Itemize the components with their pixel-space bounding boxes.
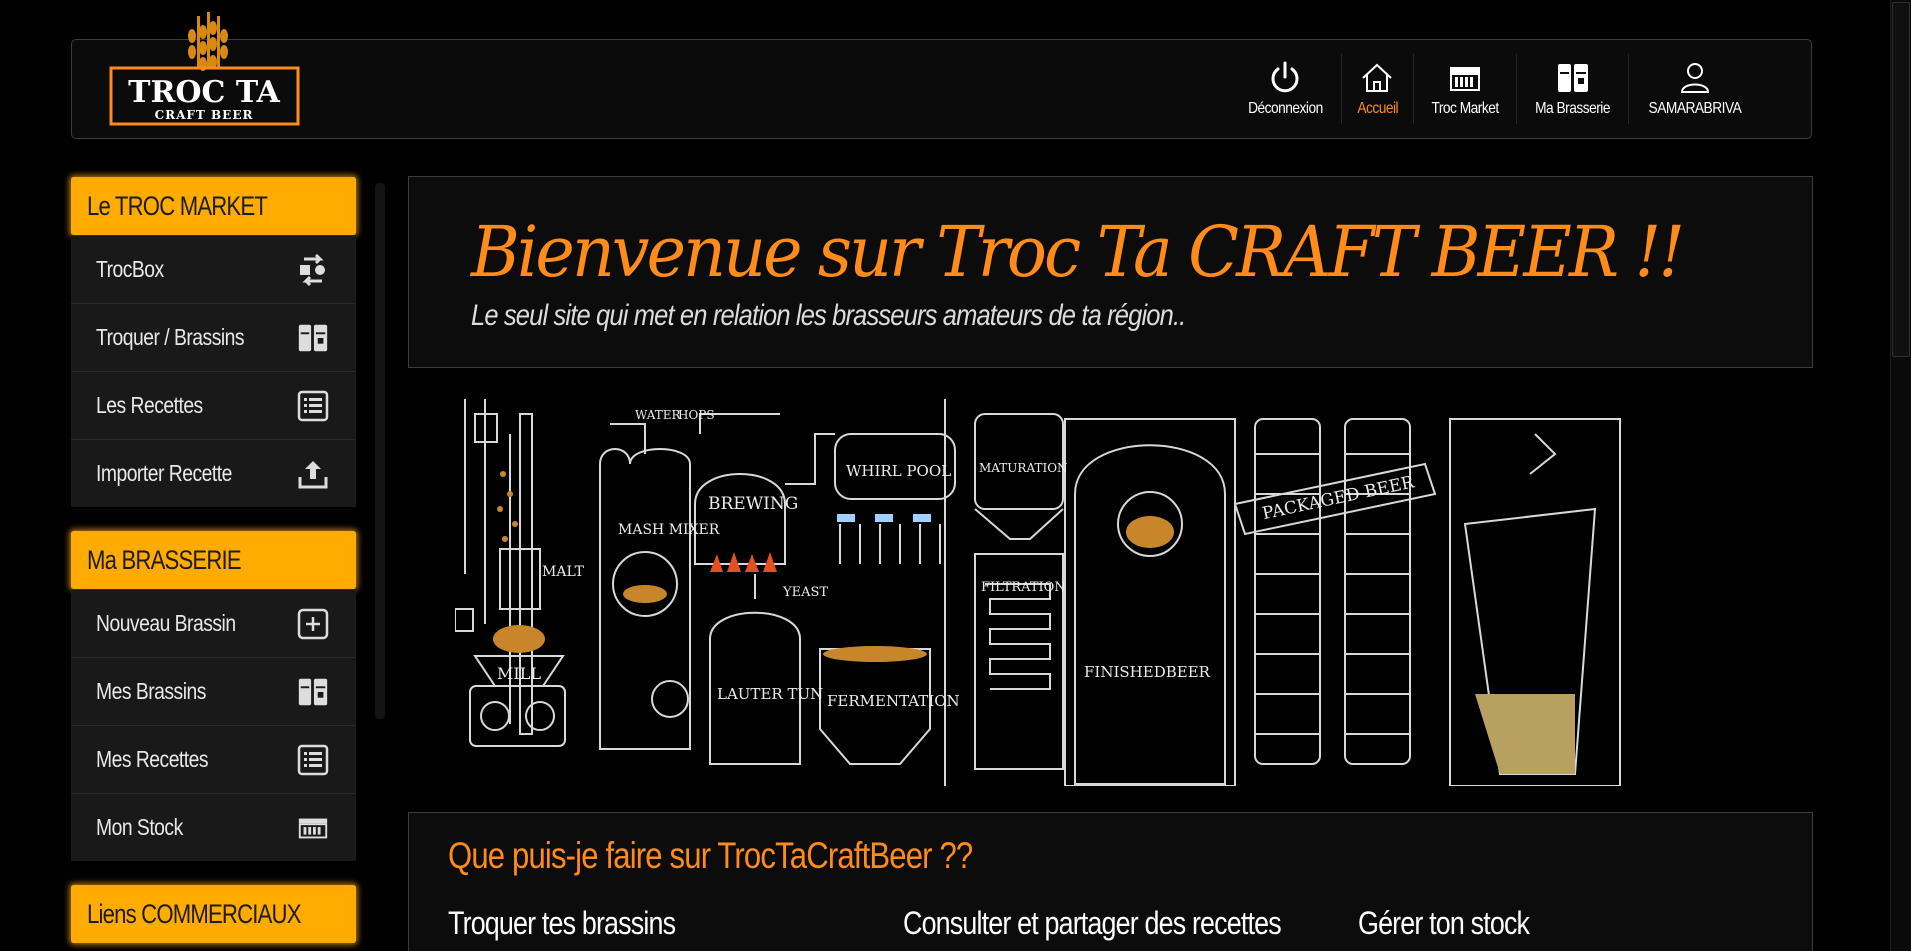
- label-mash-mixer: MASH MIXER: [618, 522, 720, 538]
- market-icon: [1450, 67, 1481, 91]
- label-whirl-pool: WHIRL POOL: [846, 462, 951, 480]
- page-scrollbar-thumb[interactable]: [1892, 2, 1910, 357]
- sidebar-group-brasserie: Ma BRASSERIE Nouveau Brassin Mes Brassin…: [71, 531, 356, 861]
- label-yeast: YEAST: [782, 585, 828, 600]
- label-fermentation: FERMENTATION: [827, 692, 960, 710]
- sidebar-header-liens: Liens COMMERCIAUX: [71, 885, 356, 943]
- sidebar-item-label: Troquer / Brassins: [96, 324, 245, 350]
- label-packaged-beer: PACKAGED BEER: [1261, 472, 1418, 524]
- sidebar-item-mon-stock[interactable]: Mon Stock: [71, 793, 356, 861]
- label-water: WATER: [635, 408, 682, 422]
- power-icon: [1271, 61, 1299, 93]
- label-hops: HOPS: [678, 408, 715, 422]
- label-maturation: MATURATION: [979, 461, 1068, 475]
- sidebar-item-label: Importer Recette: [96, 460, 232, 486]
- sidebar-item-label: Les Recettes: [96, 392, 203, 418]
- brewing-process-illustration: WATER HOPS MALT MILL MASH MIXER BREWING …: [455, 399, 1621, 786]
- welcome-banner: Bienvenue sur Troc Ta CRAFT BEER !! Le s…: [408, 176, 1813, 368]
- sidebar-item-troquer-brassins[interactable]: Troquer / Brassins: [71, 303, 356, 371]
- label-malt: MALT: [542, 564, 585, 580]
- upload-icon: [298, 460, 328, 488]
- brewery-icon: [298, 324, 328, 351]
- sidebar: Le TROC MARKET TrocBox Troquer / Brassin…: [71, 177, 356, 951]
- sidebar-group-troc-market: Le TROC MARKET TrocBox Troquer / Brassin…: [71, 177, 356, 507]
- page-scrollbar[interactable]: [1890, 0, 1911, 951]
- nav-user-account[interactable]: SAMARABRIVA: [1628, 54, 1761, 124]
- label-mill: MILL: [497, 664, 541, 683]
- sidebar-item-label: TrocBox: [96, 256, 164, 282]
- top-navbar: TROC TA CRAFT BEER Déconnexion Accueil T…: [71, 12, 1812, 139]
- nav-deconnexion-label: Déconnexion: [1247, 100, 1323, 117]
- list-icon: [297, 744, 329, 775]
- sidebar-item-les-recettes[interactable]: Les Recettes: [71, 371, 356, 439]
- nav-troc-market-label: Troc Market: [1431, 100, 1499, 117]
- nav-deconnexion[interactable]: Déconnexion: [1230, 54, 1341, 124]
- logo-graphic: TROC TA CRAFT BEER: [109, 12, 300, 126]
- brewery-icon: [298, 678, 328, 705]
- nav-ma-brasserie[interactable]: Ma Brasserie: [1516, 54, 1628, 124]
- feature-troquer: Troquer tes brassins: [448, 905, 676, 941]
- sidebar-item-mes-brassins[interactable]: Mes Brassins: [71, 657, 356, 725]
- label-brewing: BREWING: [708, 494, 798, 514]
- swap-icon: [300, 253, 325, 286]
- welcome-subtitle: Le seul site qui met en relation les bra…: [471, 299, 1186, 332]
- sidebar-item-mes-recettes[interactable]: Mes Recettes: [71, 725, 356, 793]
- nav-user-label: SAMARABRIVA: [1648, 100, 1742, 117]
- features-title: Que puis-je faire sur TrocTaCraftBeer ??: [448, 835, 973, 876]
- welcome-title: Bienvenue sur Troc Ta CRAFT BEER !!: [471, 211, 1685, 293]
- sidebar-item-nouveau-brassin[interactable]: Nouveau Brassin: [71, 589, 356, 657]
- sidebar-group-liens: Liens COMMERCIAUX: [71, 885, 356, 943]
- label-filtration: FILTRATION: [981, 580, 1066, 595]
- nav-accueil[interactable]: Accueil: [1340, 54, 1413, 124]
- sidebar-header-troc-market: Le TROC MARKET: [71, 177, 356, 235]
- main-nav: Déconnexion Accueil Troc Market Ma Brass…: [1230, 54, 1761, 124]
- brewery-icon: [1557, 64, 1588, 92]
- home-icon: [1362, 63, 1392, 92]
- user-icon: [1681, 63, 1710, 93]
- logo-sub-text: CRAFT BEER: [155, 108, 254, 122]
- sidebar-scrollbar[interactable]: [375, 183, 385, 719]
- plus-square-icon: [297, 608, 329, 639]
- label-lauter-tun: LAUTER TUN: [717, 685, 823, 703]
- list-icon: [297, 390, 329, 421]
- sidebar-item-label: Mes Brassins: [96, 678, 206, 704]
- sidebar-item-importer-recette[interactable]: Importer Recette: [71, 439, 356, 507]
- features-panel: Que puis-je faire sur TrocTaCraftBeer ??…: [408, 812, 1813, 951]
- sidebar-item-label: Mes Recettes: [96, 746, 209, 772]
- sidebar-item-trocbox[interactable]: TrocBox: [71, 235, 356, 303]
- site-logo[interactable]: TROC TA CRAFT BEER: [107, 10, 302, 130]
- sidebar-header-brasserie: Ma BRASSERIE: [71, 531, 356, 589]
- label-finished-beer: FINISHEDBEER: [1084, 663, 1211, 681]
- logo-main-text: TROC TA: [128, 75, 280, 110]
- feature-recettes: Consulter et partager des recettes: [903, 905, 1282, 941]
- nav-troc-market[interactable]: Troc Market: [1412, 54, 1516, 124]
- sidebar-item-label: Nouveau Brassin: [96, 610, 236, 636]
- store-icon: [298, 818, 328, 838]
- sidebar-item-label: Mon Stock: [96, 814, 183, 840]
- nav-accueil-label: Accueil: [1356, 100, 1398, 117]
- feature-stock: Gérer ton stock: [1358, 905, 1530, 941]
- nav-ma-brasserie-label: Ma Brasserie: [1535, 100, 1611, 117]
